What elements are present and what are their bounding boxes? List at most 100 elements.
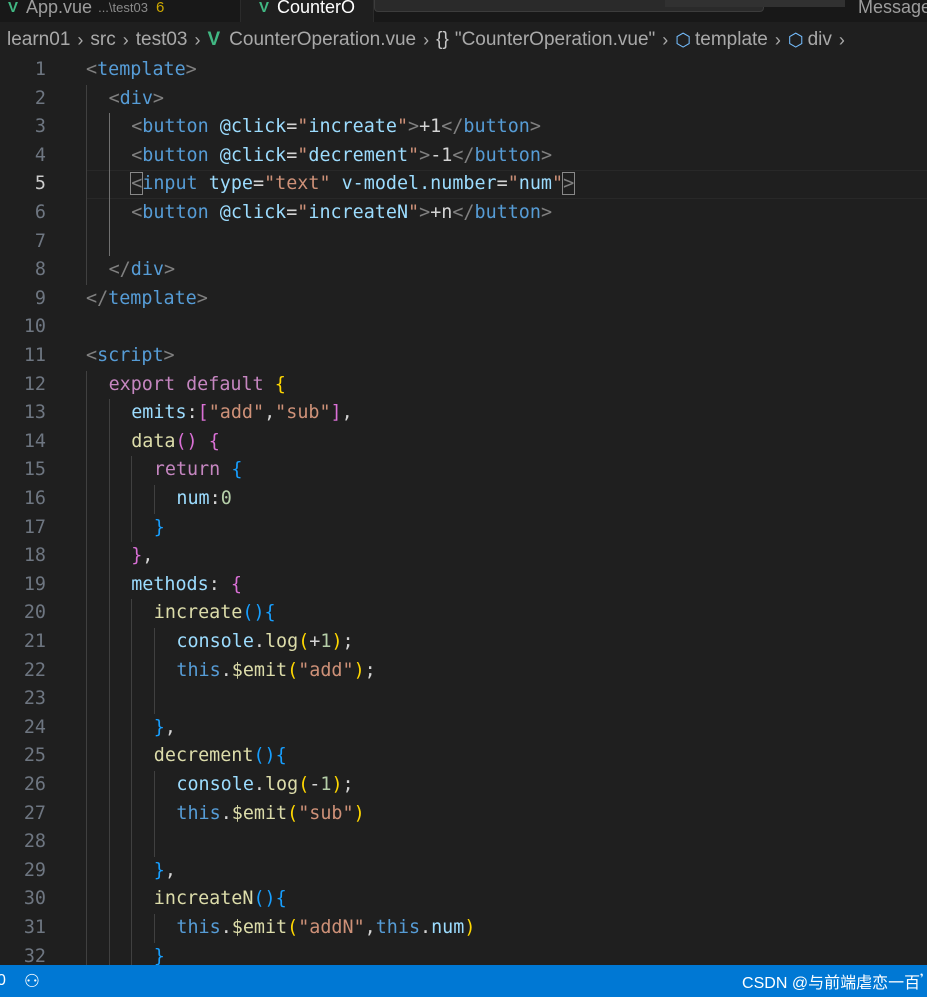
line-number: 8 xyxy=(34,259,46,281)
code-line[interactable]: 6 <button @click="increateN">+n</button> xyxy=(0,199,927,228)
code-token: } xyxy=(153,859,165,881)
cube-icon: ⬡ xyxy=(675,29,691,50)
code-token: return xyxy=(153,459,221,481)
cube-icon: ⬡ xyxy=(787,29,804,50)
code-token: < xyxy=(86,345,98,366)
code-line[interactable]: 30 increateN(){ xyxy=(0,885,927,914)
chevron-right-icon: › xyxy=(194,29,201,50)
line-number: 6 xyxy=(34,202,46,223)
code-token: + xyxy=(309,631,321,652)
breadcrumb-item-src[interactable]: src xyxy=(90,29,115,51)
code-line[interactable]: 8 </div> xyxy=(0,256,927,285)
code-line[interactable]: 26 console.log(-1); xyxy=(0,771,927,800)
code-line[interactable]: 3 <button @click="increate">+1</button> xyxy=(0,113,927,142)
code-token: ( xyxy=(287,659,299,681)
tab-app-vue[interactable]: V App.vue ...\test03 6 xyxy=(8,0,164,22)
code-token: > xyxy=(185,59,197,80)
breadcrumb-item-module[interactable]: {} "CounterOperation.vue" xyxy=(436,29,655,51)
chevron-right-icon: › xyxy=(662,29,669,50)
line-code: num:0 xyxy=(176,485,231,514)
code-token: > xyxy=(540,202,553,223)
debug-icon[interactable]: ⚇ xyxy=(24,971,40,992)
code-line[interactable]: 28 xyxy=(0,828,927,857)
line-code: }, xyxy=(154,857,176,886)
code-line[interactable]: 16 num:0 xyxy=(0,485,927,514)
code-token: increateN xyxy=(308,202,409,223)
code-line[interactable]: 22 this.$emit("add"); xyxy=(0,657,927,686)
breadcrumb-item-div[interactable]: ⬡ div xyxy=(788,29,832,51)
code-line[interactable]: 21 console.log(+1); xyxy=(0,628,927,657)
code-line[interactable]: 4 <button @click="decrement">-1</button> xyxy=(0,142,927,171)
line-number: 11 xyxy=(23,345,46,366)
code-token: [ xyxy=(197,402,209,424)
error-count[interactable]: 0 xyxy=(0,972,6,990)
tab-counter-operation[interactable]: V CounterO xyxy=(240,0,374,22)
code-token: " xyxy=(297,116,309,138)
indent-guide xyxy=(153,485,155,514)
code-line[interactable]: 9 </template> xyxy=(0,285,927,314)
code-token: > xyxy=(419,144,431,166)
code-line[interactable]: 17} xyxy=(0,514,927,543)
indent-guide xyxy=(86,370,87,965)
code-line[interactable]: 32} xyxy=(0,943,927,965)
code-token: () xyxy=(175,430,198,452)
code-token: input xyxy=(142,173,198,195)
breadcrumb-item-test03[interactable]: test03 xyxy=(136,29,188,51)
code-line[interactable]: 15 return { xyxy=(0,456,927,485)
line-number: 28 xyxy=(23,831,46,853)
code-token: increateN xyxy=(153,888,254,910)
command-center[interactable] xyxy=(374,0,845,12)
code-line[interactable]: 10 xyxy=(0,313,927,342)
code-line[interactable]: 11 <script> xyxy=(0,342,927,371)
code-token: @click xyxy=(219,202,287,223)
tab-message[interactable]: Message xyxy=(858,0,927,22)
code-token: = xyxy=(286,202,298,223)
code-line[interactable]: 7 xyxy=(0,228,927,257)
code-token: . xyxy=(253,631,265,652)
code-line[interactable]: 27 this.$emit("sub") xyxy=(0,800,927,829)
chevron-right-icon: › xyxy=(838,29,845,50)
code-line[interactable]: 1 <template> xyxy=(0,56,927,85)
code-line[interactable]: 2 <div> xyxy=(0,85,927,114)
breadcrumb-item-file[interactable]: V CounterOperation.vue xyxy=(207,29,416,51)
code-token: . xyxy=(220,917,232,938)
code-token: decrement xyxy=(308,144,409,166)
breadcrumb-item-template[interactable]: ⬡ template xyxy=(675,29,768,51)
line-code: console.log(-1); xyxy=(176,771,353,800)
code-token: emits xyxy=(131,402,187,424)
code-token: num xyxy=(431,917,465,938)
code-token: " xyxy=(408,144,420,166)
line-number: 27 xyxy=(23,802,46,824)
code-line[interactable]: 29}, xyxy=(0,857,927,886)
code-token: console xyxy=(176,631,254,652)
code-line[interactable]: 23 xyxy=(0,685,927,714)
code-line[interactable]: 5 <input type="text" v-model.number="num"… xyxy=(0,170,927,199)
line-number: 22 xyxy=(23,659,46,681)
code-line[interactable]: 19 methods: { xyxy=(0,571,927,600)
line-code: methods: { xyxy=(131,571,242,600)
code-token: < xyxy=(130,172,144,196)
line-number: 15 xyxy=(23,459,46,481)
code-token: methods xyxy=(131,573,209,595)
code-line[interactable]: 31 this.$emit("addN",this.num) xyxy=(0,914,927,943)
code-line[interactable]: 25 decrement(){ xyxy=(0,742,927,771)
code-token: > xyxy=(152,87,164,109)
code-line[interactable]: 14 data() { xyxy=(0,428,927,457)
code-token: ( xyxy=(298,631,310,652)
code-line[interactable]: 20 increate(){ xyxy=(0,599,927,628)
line-number: 31 xyxy=(23,917,46,938)
code-token: , xyxy=(364,917,376,938)
line-code: return { xyxy=(154,456,243,485)
line-code: } xyxy=(154,514,165,543)
code-token: @click xyxy=(219,116,287,138)
code-line[interactable]: 13 emits:["add","sub"], xyxy=(0,399,927,428)
code-token: log xyxy=(264,774,299,795)
code-line[interactable]: 18}, xyxy=(0,542,927,571)
code-token: </ xyxy=(452,202,475,223)
code-line[interactable]: 12 export default { xyxy=(0,371,927,400)
line-code: console.log(+1); xyxy=(176,628,353,657)
code-token: log xyxy=(264,631,299,652)
code-editor[interactable]: 1 <template> 2 <div> 3 <button @click="increa… xyxy=(0,56,927,965)
breadcrumb-item-learn01[interactable]: learn01 xyxy=(7,29,70,51)
code-line[interactable]: 24}, xyxy=(0,714,927,743)
